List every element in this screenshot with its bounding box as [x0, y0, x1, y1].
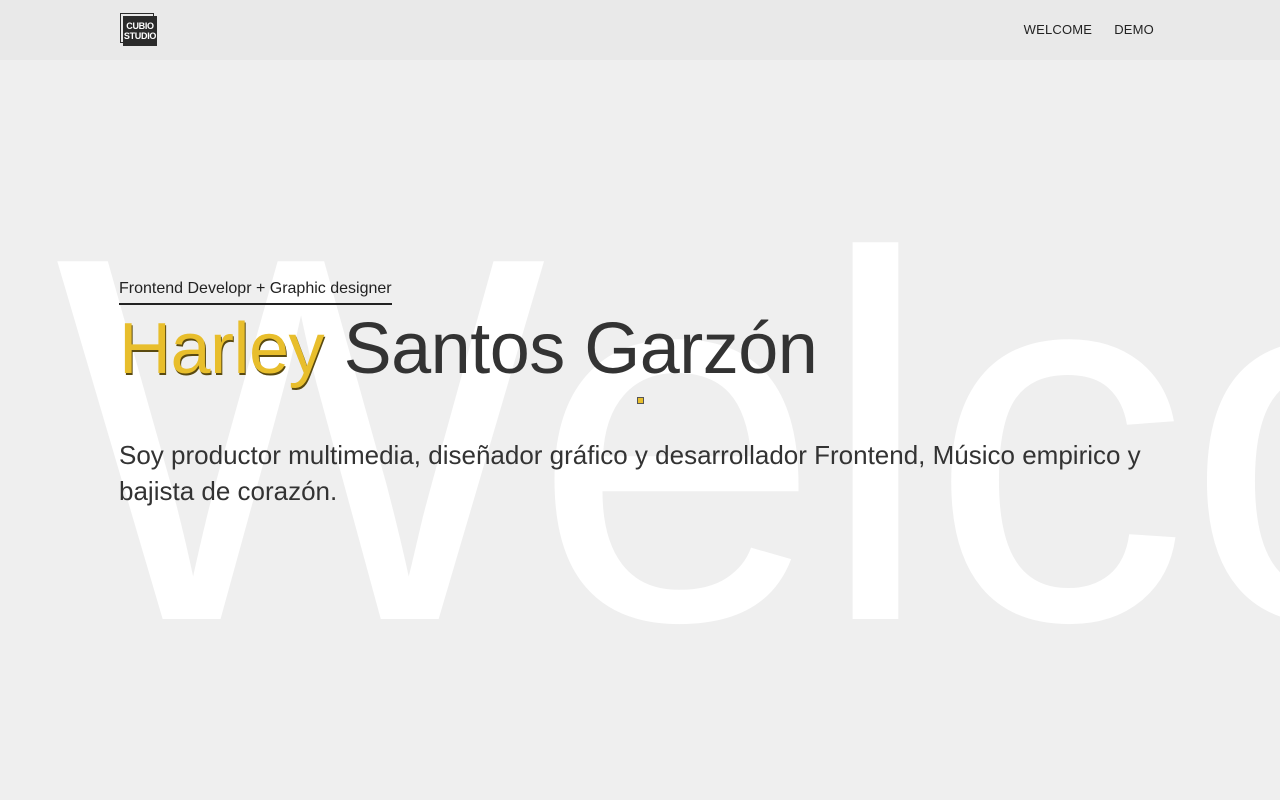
logo-box: CUBIO STUDIO	[123, 16, 157, 46]
logo-line-1: CUBIO	[126, 21, 154, 31]
main-nav: WELCOME DEMO	[1024, 22, 1154, 37]
page-title: Harley Santos Garzón	[119, 309, 1179, 389]
last-name: Santos Garzón	[343, 309, 818, 389]
nav-link-demo[interactable]: DEMO	[1114, 22, 1154, 37]
cubio-studio-logo[interactable]: CUBIO STUDIO	[120, 13, 157, 46]
hero-section: Frontend Developr + Graphic designer Har…	[119, 280, 1179, 509]
site-header: CUBIO STUDIO WELCOME DEMO	[0, 0, 1280, 60]
page: CUBIO STUDIO WELCOME DEMO Welco Frontend…	[0, 0, 1280, 800]
logo-line-2: STUDIO	[123, 31, 157, 41]
accent-dot-marker	[637, 397, 644, 404]
bio-paragraph: Soy productor multimedia, diseñador gráf…	[119, 440, 1141, 506]
role-subtitle: Frontend Developr + Graphic designer	[119, 280, 392, 305]
first-name: Harley	[119, 309, 325, 389]
nav-link-welcome[interactable]: WELCOME	[1024, 22, 1093, 37]
